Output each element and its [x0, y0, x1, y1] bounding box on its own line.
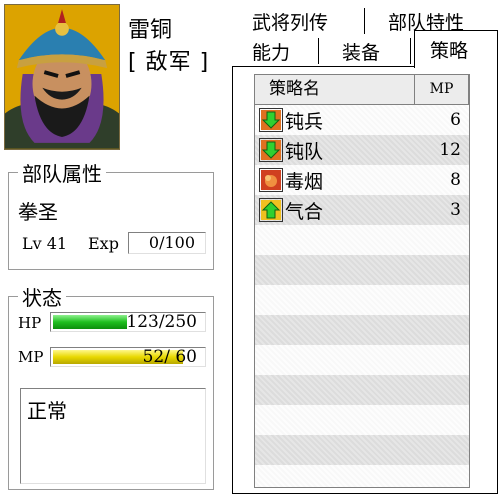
general-portrait-image: [5, 5, 119, 149]
status-title: 状态: [18, 282, 66, 311]
green-down-arrow-icon: [259, 138, 283, 162]
general-name: 雷铜: [128, 18, 173, 43]
table-row[interactable]: 毒烟 8: [255, 165, 469, 195]
mp-label: MP: [18, 348, 44, 366]
empty-table-row: [255, 345, 469, 375]
table-row[interactable]: 钝队 12: [255, 135, 469, 165]
mp-value: 52/ 60: [142, 347, 197, 367]
general-portrait: [4, 4, 120, 150]
strategy-name: 钝队: [285, 140, 324, 163]
tab-troop-traits[interactable]: 部队特性: [388, 8, 464, 35]
troop-attributes-title: 部队属性: [18, 158, 106, 187]
column-header-mp[interactable]: MP: [415, 75, 469, 105]
tab-panel-top-border: [232, 66, 414, 67]
poison-smoke-icon: [259, 168, 283, 192]
empty-table-row: [255, 405, 469, 435]
tab-biography[interactable]: 武将列传: [252, 8, 328, 35]
tab-strategy[interactable]: 策略: [430, 36, 468, 63]
empty-table-row: [255, 315, 469, 345]
strategy-mp: 6: [450, 110, 461, 130]
empty-table-row: [255, 285, 469, 315]
exp-label: Exp: [88, 234, 119, 253]
strategy-rows: 钝兵 6 钝队 12 毒烟 8 气合 3: [255, 105, 469, 487]
green-down-arrow-icon: [259, 108, 283, 132]
empty-table-row: [255, 435, 469, 465]
level-label: Lv 41: [22, 234, 68, 253]
tab-equipment[interactable]: 装备: [342, 38, 380, 65]
table-row[interactable]: 钝兵 6: [255, 105, 469, 135]
hp-bar-fill: [53, 315, 127, 329]
strategy-mp: 12: [439, 140, 461, 160]
strategy-name: 气合: [285, 200, 324, 223]
empty-table-row: [255, 255, 469, 285]
general-faction: [ 敌军 ]: [128, 50, 210, 75]
strategy-table-header: 策略名 MP: [255, 75, 469, 105]
green-up-arrow-icon: [259, 198, 283, 222]
hp-label: HP: [18, 314, 42, 332]
troop-type: 拳圣: [18, 200, 58, 224]
mp-bar: 52/ 60: [50, 347, 206, 367]
tab-separator: [318, 38, 319, 64]
exp-value: 0/100: [128, 232, 206, 254]
empty-table-row: [255, 465, 469, 487]
empty-table-row: [255, 375, 469, 405]
column-header-name[interactable]: 策略名: [255, 75, 415, 105]
strategy-mp: 3: [450, 200, 461, 220]
strategy-name: 钝兵: [285, 110, 324, 133]
tab-ability[interactable]: 能力: [252, 38, 290, 65]
table-row[interactable]: 气合 3: [255, 195, 469, 225]
condition-field: 正常: [20, 388, 206, 484]
tab-separator: [364, 8, 365, 34]
strategy-table[interactable]: 策略名 MP 钝兵 6 钝队 12 毒烟 8 气合 3: [254, 74, 470, 488]
hp-bar: 123/250: [50, 312, 206, 332]
empty-table-row: [255, 225, 469, 255]
strategy-mp: 8: [450, 170, 461, 190]
strategy-name: 毒烟: [285, 170, 324, 193]
tab-separator: [410, 38, 411, 64]
hp-value: 123/250: [126, 312, 197, 332]
